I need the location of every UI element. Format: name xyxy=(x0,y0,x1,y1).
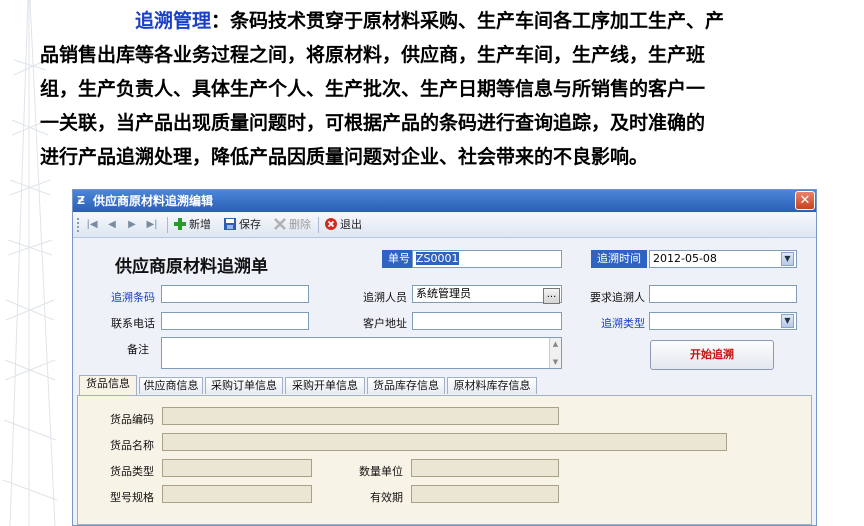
window-title: 供应商原材料追溯编辑 xyxy=(93,194,214,208)
trace-code-input[interactable] xyxy=(161,285,309,303)
tab-goods-info[interactable]: 货品信息 xyxy=(79,375,137,395)
order-no-input[interactable]: ZS0001 xyxy=(412,250,562,268)
remark-label: 备注 xyxy=(127,343,149,356)
tab-supplier-info[interactable]: 供应商信息 xyxy=(139,377,203,394)
goods-name-field[interactable] xyxy=(162,433,727,451)
toolbar-separator xyxy=(167,217,168,233)
delete-button[interactable]: 删除 xyxy=(273,216,311,234)
trace-time-select[interactable]: 2012-05-08 ▼ xyxy=(649,250,797,268)
address-label: 客户地址 xyxy=(363,317,407,330)
qty-unit-field[interactable] xyxy=(411,459,559,477)
trace-form: 供应商原材料追溯单 单号 ZS0001 追溯时间 2012-05-08 ▼ 追溯条… xyxy=(73,238,816,378)
qty-unit-label: 数量单位 xyxy=(359,465,403,478)
save-button[interactable]: 保存 xyxy=(223,216,261,234)
trace-code-label: 追溯条码 xyxy=(111,291,155,304)
tracer-input[interactable]: 系统管理员 xyxy=(412,285,562,303)
start-trace-button[interactable]: 开始追溯 xyxy=(650,340,774,370)
cross-icon xyxy=(274,218,286,230)
requester-input[interactable] xyxy=(649,285,797,303)
close-button[interactable]: ✕ xyxy=(795,191,815,210)
scroll-up-icon[interactable]: ▲ xyxy=(551,339,560,349)
tracer-label: 追溯人员 xyxy=(363,291,407,304)
toolbar-separator xyxy=(318,217,319,233)
phone-input[interactable] xyxy=(161,312,309,330)
trace-type-select[interactable]: ▼ xyxy=(649,312,797,330)
trace-edit-window: Ƶ 供应商原材料追溯编辑 ✕ |◀ ◀ ▶ ▶| 新增 保存 删除 退出 供应商… xyxy=(72,189,817,526)
article-lead: 追溯管理 xyxy=(135,10,212,32)
article-line-4: 一关联，当产品出现质量问题时，可根据产品的条码进行查询追踪，及时准确的 xyxy=(40,112,706,134)
model-field[interactable] xyxy=(162,485,312,503)
nav-last-button[interactable]: ▶| xyxy=(145,216,159,234)
floppy-disk-icon xyxy=(224,218,236,230)
order-no-label: 单号 xyxy=(382,250,416,268)
article-line-3: 组，生产负责人、具体生产个人、生产批次、生产日期等信息与所销售的客户一 xyxy=(40,78,706,100)
address-input[interactable] xyxy=(412,312,562,330)
chevron-down-icon[interactable]: ▼ xyxy=(781,314,794,328)
exit-button[interactable]: 退出 xyxy=(324,216,362,234)
app-icon: Ƶ xyxy=(77,194,85,207)
tracer-browse-button[interactable]: ... xyxy=(543,288,560,304)
tab-purchase-order-info[interactable]: 采购订单信息 xyxy=(205,377,283,394)
goods-type-label: 货品类型 xyxy=(110,465,154,478)
goods-info-panel: 货品编码 货品名称 货品类型 数量单位 型号规格 有效期 xyxy=(77,395,812,525)
requester-label: 要求追溯人 xyxy=(590,291,645,304)
goods-type-field[interactable] xyxy=(162,459,312,477)
plus-icon xyxy=(174,218,186,230)
expiry-field[interactable] xyxy=(411,485,559,503)
tab-purchase-bill-info[interactable]: 采购开单信息 xyxy=(285,377,365,394)
phone-label: 联系电话 xyxy=(111,317,155,330)
article-line-2: 品销售出库等各业务过程之间，将原材料，供应商，生产车间，生产线，生产班 xyxy=(40,44,706,66)
window-titlebar[interactable]: Ƶ 供应商原材料追溯编辑 ✕ xyxy=(73,190,816,212)
goods-name-label: 货品名称 xyxy=(110,439,154,452)
trace-time-label: 追溯时间 xyxy=(591,250,647,268)
goods-code-field[interactable] xyxy=(162,407,559,425)
remark-scrollbar[interactable]: ▲ ▼ xyxy=(549,338,561,368)
exit-icon xyxy=(325,218,337,230)
toolbar-grip[interactable] xyxy=(77,218,81,232)
tab-material-stock-info[interactable]: 原材料库存信息 xyxy=(447,377,537,394)
article-text: 追溯管理：条码技术贯穿于原材料采购、生产车间各工序加工生产、产 品销售出库等各业… xyxy=(40,4,830,174)
toolbar: |◀ ◀ ▶ ▶| 新增 保存 删除 退出 xyxy=(73,213,816,238)
form-title: 供应商原材料追溯单 xyxy=(115,257,268,277)
nav-first-button[interactable]: |◀ xyxy=(85,216,99,234)
nav-next-button[interactable]: ▶ xyxy=(125,216,139,234)
scroll-down-icon[interactable]: ▼ xyxy=(551,357,560,367)
goods-code-label: 货品编码 xyxy=(110,413,154,426)
trace-type-label: 追溯类型 xyxy=(601,317,645,330)
chevron-down-icon[interactable]: ▼ xyxy=(781,252,794,266)
tab-goods-stock-info[interactable]: 货品库存信息 xyxy=(367,377,445,394)
article-line-5: 进行产品追溯处理，降低产品因质量问题对企业、社会带来的不良影响。 xyxy=(40,146,649,168)
article-line-1: 追溯管理：条码技术贯穿于原材料采购、生产车间各工序加工生产、产 xyxy=(135,10,725,32)
model-label: 型号规格 xyxy=(110,491,154,504)
remark-textarea[interactable]: ▲ ▼ xyxy=(161,337,562,369)
new-button[interactable]: 新增 xyxy=(173,216,211,234)
expiry-label: 有效期 xyxy=(370,491,403,504)
nav-prev-button[interactable]: ◀ xyxy=(105,216,119,234)
